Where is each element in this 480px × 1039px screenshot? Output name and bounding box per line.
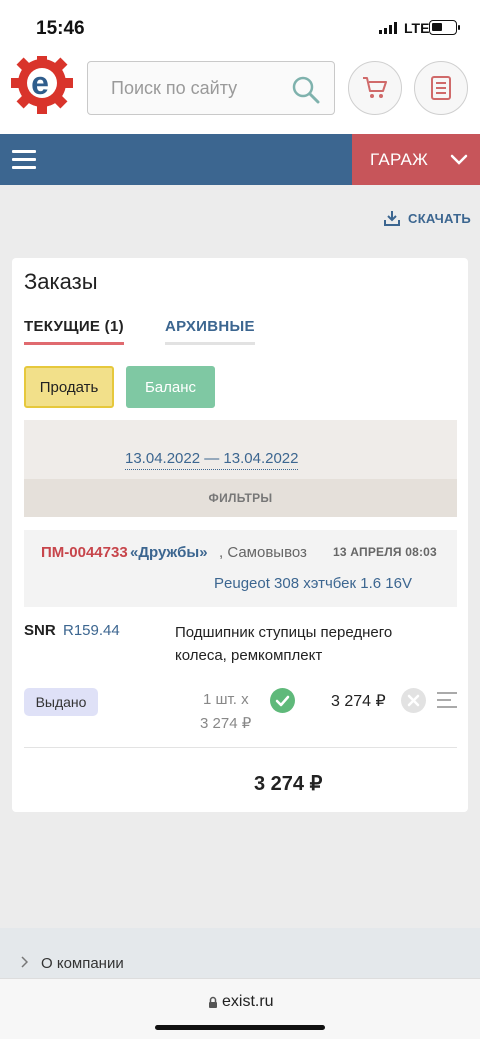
url-bar[interactable]: exist.ru bbox=[208, 993, 274, 1011]
item-unit-price: 3 274 ₽ bbox=[200, 715, 252, 732]
garage-label: ГАРАЖ bbox=[370, 150, 429, 169]
order-name: «Дружбы» bbox=[130, 544, 208, 561]
browser-bar: exist.ru bbox=[0, 978, 480, 1039]
order-date: 13 АПРЕЛЯ 08:03 bbox=[333, 545, 437, 559]
order-number[interactable]: ПМ-0044733 bbox=[41, 544, 128, 561]
footer-about-link[interactable]: О компании bbox=[41, 955, 124, 972]
date-range-panel: 13.04.2022 — 13.04.2022 bbox=[24, 420, 457, 479]
status-badge: Выдано bbox=[24, 688, 98, 716]
download-icon bbox=[384, 211, 400, 226]
order-delivery: , Самовывоз bbox=[219, 544, 307, 561]
network-label: LTE bbox=[404, 20, 430, 36]
search-box bbox=[87, 61, 335, 115]
filters-toggle[interactable]: ФИЛЬТРЫ bbox=[24, 479, 457, 517]
part-code[interactable]: R159.44 bbox=[63, 622, 120, 639]
order-grand-total: 3 274 ₽ bbox=[254, 773, 323, 795]
tab-current[interactable]: ТЕКУЩИЕ (1) bbox=[24, 318, 124, 345]
order-header[interactable]: ПМ-0044733 «Дружбы» , Самовывоз 13 АПРЕЛ… bbox=[24, 530, 457, 607]
cart-button[interactable] bbox=[348, 61, 402, 115]
check-icon bbox=[270, 688, 295, 713]
part-brand: SNR bbox=[24, 622, 56, 639]
list-icon bbox=[431, 76, 451, 100]
home-indicator[interactable] bbox=[155, 1025, 325, 1030]
balance-button[interactable]: Баланс bbox=[126, 366, 215, 408]
url-text: exist.ru bbox=[222, 993, 274, 1010]
svg-text:e: e bbox=[31, 65, 49, 101]
lock-icon bbox=[209, 996, 217, 1008]
status-bar: 15:46 LTE bbox=[0, 0, 480, 56]
page-title: Заказы bbox=[24, 269, 98, 294]
item-total: 3 274 ₽ bbox=[331, 693, 386, 710]
cart-icon bbox=[363, 77, 387, 98]
orders-card: Заказы ТЕКУЩИЕ (1) АРХИВНЫЕ Продать Бала… bbox=[12, 258, 468, 812]
signal-icon bbox=[379, 22, 397, 34]
cancel-icon[interactable] bbox=[401, 688, 426, 713]
footer: О компании bbox=[0, 928, 480, 978]
download-link[interactable]: СКАЧАТЬ bbox=[384, 210, 471, 226]
part-description: Подшипник ступицы переднего колеса, ремк… bbox=[175, 624, 393, 664]
chevron-right-icon bbox=[21, 956, 28, 968]
item-quantity: 1 шт. x bbox=[203, 691, 249, 708]
order-car[interactable]: Peugeot 308 хэтчбек 1.6 16V bbox=[214, 575, 412, 592]
search-icon[interactable] bbox=[292, 76, 320, 104]
date-range[interactable]: 13.04.2022 — 13.04.2022 bbox=[125, 450, 299, 470]
exist-logo-icon[interactable]: e bbox=[10, 52, 74, 114]
battery-icon bbox=[429, 20, 460, 35]
status-time: 15:46 bbox=[36, 18, 85, 39]
chevron-down-icon bbox=[450, 154, 468, 165]
garage-button[interactable]: ГАРАЖ bbox=[352, 134, 480, 185]
download-label: СКАЧАТЬ bbox=[408, 210, 471, 226]
site-header: e bbox=[0, 52, 480, 134]
search-input[interactable] bbox=[88, 62, 288, 114]
orders-list-button[interactable] bbox=[414, 61, 468, 115]
divider bbox=[24, 747, 457, 748]
tab-archive[interactable]: АРХИВНЫЕ bbox=[165, 318, 255, 345]
sell-button[interactable]: Продать bbox=[24, 366, 114, 408]
item-menu-icon[interactable] bbox=[437, 692, 457, 708]
hamburger-icon[interactable] bbox=[12, 150, 36, 169]
nav-bar: ГАРАЖ bbox=[0, 134, 480, 185]
